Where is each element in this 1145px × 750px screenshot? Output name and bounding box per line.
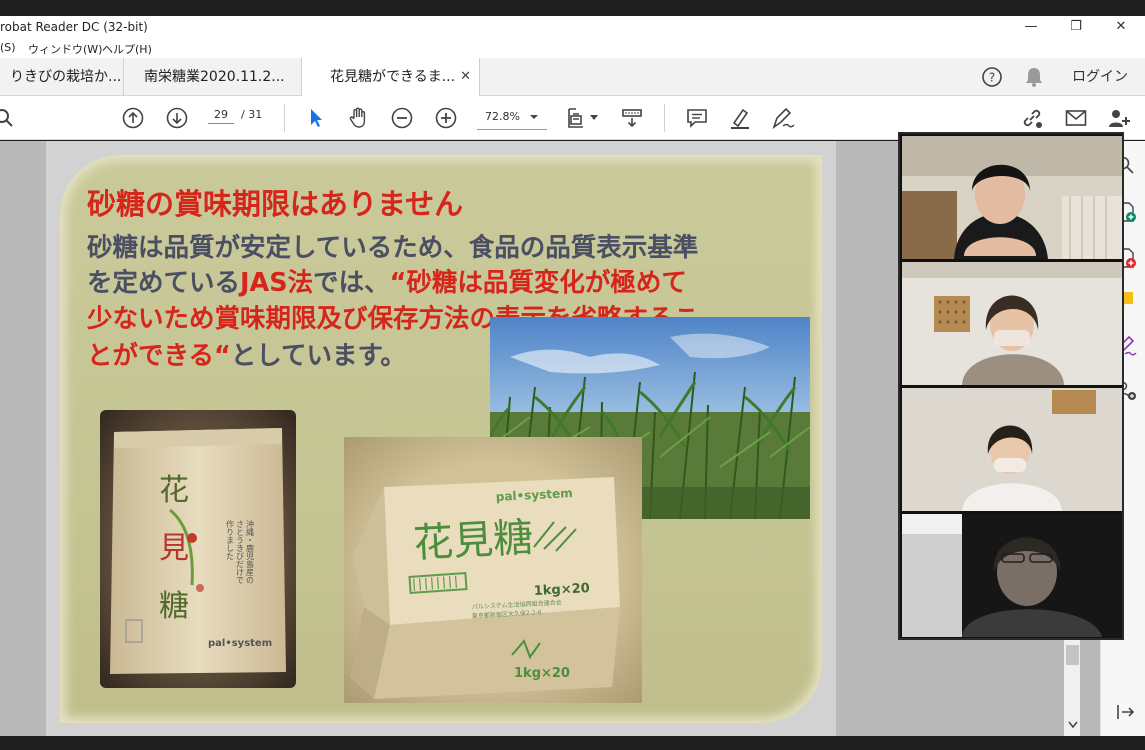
page-number-input[interactable]: 29 bbox=[208, 108, 234, 124]
login-button[interactable]: ログイン bbox=[1072, 58, 1128, 96]
sign-icon[interactable] bbox=[771, 106, 795, 130]
svg-text:作りました: 作りました bbox=[226, 519, 235, 560]
scroll-mode-icon[interactable] bbox=[620, 106, 644, 130]
highlight-icon[interactable] bbox=[728, 106, 752, 130]
video-tile-participant-4[interactable] bbox=[902, 514, 1122, 637]
svg-text:沖縄・鹿児島産の: 沖縄・鹿児島産の bbox=[246, 519, 255, 584]
menu-item-window[interactable]: ウィンドウ(W) bbox=[28, 41, 102, 57]
menu-item-s[interactable]: (S) bbox=[0, 41, 16, 54]
slide-line-4: とができる“としています。 bbox=[87, 341, 406, 371]
select-cursor-icon[interactable] bbox=[304, 106, 328, 130]
scrollbar-thumb[interactable] bbox=[1066, 645, 1079, 665]
help-glyph: ? bbox=[989, 71, 995, 85]
video-tile-participant-3[interactable] bbox=[902, 388, 1122, 511]
zoom-value: 72.8% bbox=[485, 110, 520, 123]
svg-text:pal•system: pal•system bbox=[208, 638, 272, 649]
svg-text:1kg×20: 1kg×20 bbox=[533, 581, 590, 599]
scroll-down-arrow-icon[interactable] bbox=[1067, 720, 1079, 730]
email-icon[interactable] bbox=[1064, 106, 1088, 130]
tab-nanei[interactable]: 南栄糖業2020.11.2... bbox=[124, 58, 302, 96]
fit-page-icon[interactable] bbox=[564, 106, 588, 130]
add-user-icon[interactable] bbox=[1107, 106, 1131, 130]
help-icon[interactable]: ? bbox=[981, 58, 1003, 96]
svg-text:さとうきびだけで: さとうきびだけで bbox=[236, 520, 245, 584]
screen-bottom-strip bbox=[0, 736, 1145, 750]
svg-text:花見糖: 花見糖 bbox=[412, 515, 534, 567]
zoom-out-icon[interactable] bbox=[390, 106, 414, 130]
window-title: robat Reader DC (32-bit) bbox=[0, 20, 148, 34]
zoom-select[interactable]: 72.8% bbox=[477, 105, 547, 130]
toolbar-divider bbox=[284, 104, 285, 132]
zoom-in-icon[interactable] bbox=[434, 106, 458, 130]
page-up-icon[interactable] bbox=[121, 106, 145, 130]
search-icon[interactable] bbox=[0, 106, 16, 130]
comment-icon[interactable] bbox=[685, 106, 709, 130]
sugar-carton-photo: pal•system 花見糖 1kg×20 パルシステム生活協同組合連合会 東京… bbox=[344, 437, 642, 703]
restore-button[interactable]: ❐ bbox=[1053, 16, 1099, 38]
share-link-icon[interactable] bbox=[1020, 106, 1044, 130]
video-tile-participant-2[interactable] bbox=[902, 262, 1122, 385]
menu-item-help[interactable]: ヘルプ(H) bbox=[102, 41, 152, 57]
bag-logo-text: 花見糖 bbox=[159, 473, 189, 624]
collapse-pane-icon[interactable] bbox=[1115, 701, 1137, 723]
tab-label: りきびの栽培か... bbox=[10, 69, 122, 85]
total-pages: / 31 bbox=[241, 108, 263, 121]
screen-top-strip bbox=[0, 0, 1145, 16]
video-tile-participant-1[interactable] bbox=[902, 136, 1122, 259]
tab-bar: りきびの栽培か... 南栄糖業2020.11.2... 花見糖ができるま... … bbox=[0, 58, 1145, 97]
title-bar: robat Reader DC (32-bit) — ❐ ✕ bbox=[0, 16, 1145, 38]
tab-sugarcane[interactable]: りきびの栽培か... bbox=[0, 58, 124, 96]
minimize-button[interactable]: — bbox=[1008, 16, 1054, 38]
sugar-bag-photo: 沖縄・鹿児島産の さとうきびだけで 作りました pal•system 花見糖 bbox=[100, 410, 296, 688]
slide-line-2: を定めているJAS法では、“砂糖は品質変化が極めて bbox=[87, 268, 687, 298]
svg-text:1kg×20: 1kg×20 bbox=[514, 666, 570, 681]
tab-label: 花見糖ができるま... bbox=[330, 69, 456, 85]
slide-heading: 砂糖の賞味期限はありません bbox=[87, 187, 464, 221]
hand-icon[interactable] bbox=[346, 106, 370, 130]
tab-hanamito[interactable]: 花見糖ができるま... ✕ bbox=[302, 58, 480, 97]
video-call-panel[interactable] bbox=[898, 132, 1124, 640]
fit-dropdown-icon[interactable] bbox=[590, 115, 598, 121]
chevron-down-icon bbox=[530, 115, 538, 119]
notification-bell-icon[interactable] bbox=[1024, 58, 1044, 96]
toolbar-divider bbox=[664, 104, 665, 132]
close-window-button[interactable]: ✕ bbox=[1098, 16, 1144, 38]
slide: 砂糖の賞味期限はありません 砂糖は品質が安定しているため、食品の品質表示基準 を… bbox=[60, 155, 822, 723]
menu-bar: (S) ウィンドウ(W) ヘルプ(H) bbox=[0, 38, 1145, 58]
page-down-icon[interactable] bbox=[165, 106, 189, 130]
tab-label: 南栄糖業2020.11.2... bbox=[144, 69, 285, 85]
tab-close-icon[interactable]: ✕ bbox=[460, 58, 471, 96]
slide-line-1: 砂糖は品質が安定しているため、食品の品質表示基準 bbox=[87, 233, 699, 263]
